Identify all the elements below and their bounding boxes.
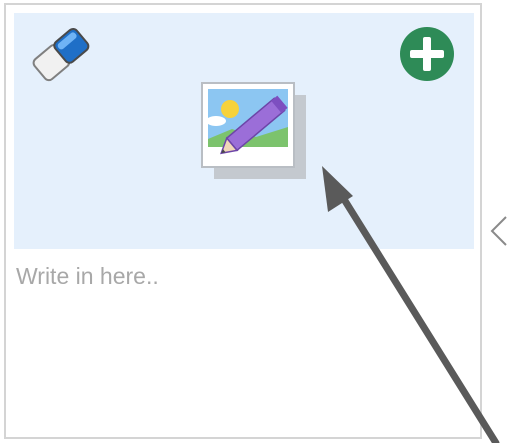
screenshot-stage <box>0 0 508 443</box>
image-drop-area[interactable] <box>14 13 474 249</box>
add-button[interactable] <box>398 25 456 83</box>
chevron-left-icon[interactable] <box>488 214 508 248</box>
eraser-icon[interactable] <box>28 15 96 93</box>
insert-image-icon[interactable] <box>192 75 314 187</box>
content-card <box>4 3 482 439</box>
write-text-area[interactable] <box>14 251 474 433</box>
